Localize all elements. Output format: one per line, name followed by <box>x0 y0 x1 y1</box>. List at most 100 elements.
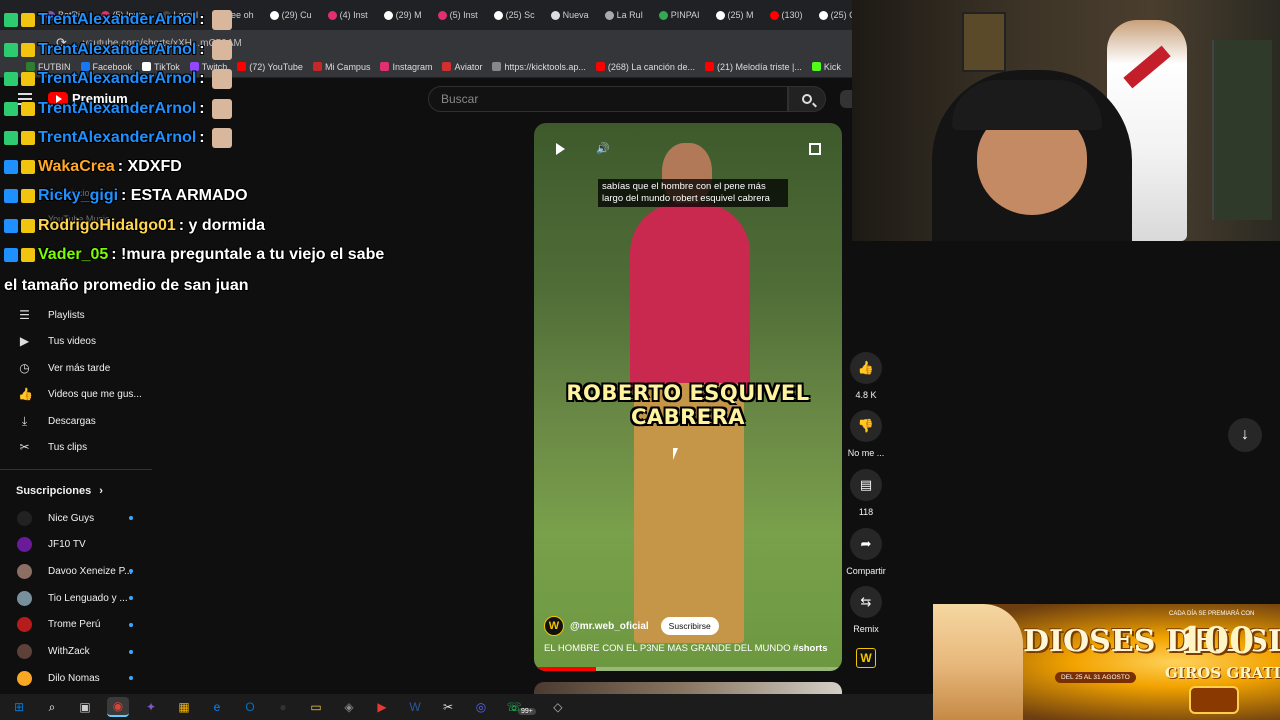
sidebar-item-tus-clips[interactable]: ✂ Tus clips <box>0 436 152 460</box>
remix-action: ⇆ Remix <box>842 586 890 634</box>
like-button[interactable]: 👍 <box>850 352 882 384</box>
sidebar-item-tus-videos[interactable]: ▶ Tus videos <box>0 330 152 354</box>
bookmark-item[interactable]: (21) Melodía triste |... <box>704 62 802 72</box>
browser-tab[interactable]: (25) M <box>710 10 760 20</box>
app-red-icon[interactable]: ▶ <box>371 697 393 717</box>
chrome-icon[interactable]: ◉ <box>107 697 129 717</box>
video-progress-bar[interactable] <box>534 667 842 671</box>
browser-tab[interactable]: La Rul <box>599 10 649 20</box>
thumbs-down-icon: 👎 <box>857 418 875 433</box>
gamepad-icon[interactable]: ◈ <box>338 697 360 717</box>
browser-tab[interactable]: (25) Sc <box>488 10 541 20</box>
new-content-dot <box>129 516 133 520</box>
play-icon[interactable] <box>556 143 565 155</box>
folder-icon[interactable]: ▭ <box>305 697 327 717</box>
copilot-icon[interactable]: ✦ <box>140 697 162 717</box>
subscription-item[interactable]: Tio Lenguado y ... <box>0 586 152 610</box>
sidebar-item-ver-m-s-tarde[interactable]: ◷ Ver más tarde <box>0 356 152 380</box>
bookmark-favicon-icon <box>811 62 821 71</box>
comment-icon: ▤ <box>859 477 873 492</box>
fullscreen-icon[interactable] <box>809 143 821 155</box>
sidebar-item-label: Tus clips <box>48 442 88 453</box>
windows-icon[interactable]: ⊞ <box>8 697 30 717</box>
like-count: 4.8 K <box>855 390 877 400</box>
store-icon[interactable]: ▦ <box>173 697 195 717</box>
subscriptions-heading[interactable]: Suscripciones › <box>16 485 103 497</box>
bookmark-item[interactable]: Instagram <box>380 62 432 72</box>
chat-badge-icon <box>21 189 35 203</box>
bookmark-item[interactable]: (268) La canción de... <box>595 62 695 72</box>
sound-thumbnail[interactable]: W <box>856 648 876 668</box>
comments-button[interactable]: ▤ <box>850 469 882 501</box>
chat-username: RodrigoHidalgo01 <box>38 216 176 234</box>
chevron-right-icon: › <box>99 485 103 497</box>
subscription-item[interactable]: WithZack <box>0 640 152 664</box>
mic-button[interactable] <box>840 90 852 108</box>
bookmark-item[interactable]: Aviator <box>442 62 482 72</box>
channel-name[interactable]: @mr.web_oficial <box>570 621 649 632</box>
next-video-button[interactable]: ↓ <box>1228 418 1262 452</box>
bookmark-item[interactable]: (72) YouTube <box>237 62 303 72</box>
chat-username: TrentAlexanderArnol <box>38 99 197 117</box>
share-action: ➦ Compartir <box>842 528 890 576</box>
search-input[interactable]: Buscar <box>428 86 788 112</box>
edge-icon[interactable]: e <box>206 697 228 717</box>
subscription-item[interactable]: Trome Perú <box>0 613 152 637</box>
sidebar-item-descargas[interactable]: ⤓ Descargas <box>0 409 152 433</box>
thumbs-up-icon: 👍 <box>18 387 33 401</box>
share-button[interactable]: ➦ <box>850 528 882 560</box>
clock-icon: ◷ <box>19 360 30 375</box>
bookmark-item[interactable]: https://kicktools.ap... <box>492 62 586 72</box>
outlook-icon[interactable]: O <box>239 697 261 717</box>
chat-badge-icon <box>4 131 18 145</box>
browser-tab[interactable]: (29) M <box>378 10 428 20</box>
bookmark-favicon-icon <box>380 62 390 71</box>
chat-badge-icon <box>4 189 18 203</box>
browser-tab[interactable]: (5) Inst <box>432 10 484 20</box>
ad-subtitle: GIROS GRATIS <box>1165 664 1280 682</box>
sidebar-item-videos-que-me-gus[interactable]: 👍 Videos que me gus... <box>0 383 152 407</box>
browser-tab[interactable]: Nueva <box>545 10 595 20</box>
browser-tab[interactable]: (25) Co <box>813 10 852 20</box>
browser-tab[interactable]: (130) <box>764 10 809 20</box>
chat-message-text: : ESTA ARMADO <box>121 187 248 204</box>
search-button[interactable] <box>788 86 826 112</box>
discord-icon[interactable]: ◎ <box>470 697 492 717</box>
obs-icon[interactable]: ● <box>272 697 294 717</box>
chat-badge-icon <box>4 13 18 27</box>
next-short-preview[interactable] <box>534 682 842 694</box>
dislike-button[interactable]: 👎 <box>850 410 882 442</box>
subscription-item[interactable]: Dilo Nomas <box>0 666 152 690</box>
word-icon[interactable]: W <box>404 697 426 717</box>
avatar <box>17 644 32 659</box>
task-view-icon[interactable]: ▣ <box>74 697 96 717</box>
ad-top-note: CADA DÍA SE PREMIARÁ CON <box>1169 611 1255 617</box>
volume-icon[interactable]: 🔊 <box>596 143 610 155</box>
sidebar-item-playlists[interactable]: ☰ Playlists <box>0 303 152 327</box>
browser-tab[interactable]: (29) Cu <box>264 10 318 20</box>
thumbs-up-icon: 👍 <box>857 360 875 375</box>
video-hashtag[interactable]: #shorts <box>793 643 827 654</box>
windows-taskbar: ⊞ ⌕ ▣ ◉ ✦ ▦ e O ● ▭ ◈ ▶ W ✂ ◎ ☏ 99+ ◇ <box>0 694 933 720</box>
chat-badge-icon <box>21 72 35 86</box>
chat-badge-icon <box>21 131 35 145</box>
browser-tab[interactable]: (4) Inst <box>322 10 374 20</box>
search-icon[interactable]: ⌕ <box>41 697 63 717</box>
capcut-icon[interactable]: ✂ <box>437 697 459 717</box>
subscription-item[interactable]: Nice Guys <box>0 506 152 530</box>
subscription-item[interactable]: JF10 TV <box>0 533 152 557</box>
bookmark-item[interactable]: Kick <box>811 62 841 72</box>
app-icon[interactable]: ◇ <box>547 697 569 717</box>
subscription-item[interactable]: Davoo Xeneize P... <box>0 559 152 583</box>
new-content-dot <box>129 676 133 681</box>
browser-tab[interactable]: PINPAI <box>653 10 706 20</box>
channel-avatar[interactable]: W <box>544 616 564 636</box>
bookmark-item[interactable]: Mi Campus <box>312 62 370 72</box>
remix-button[interactable]: ⇆ <box>850 586 882 618</box>
video-title-text: EL HOMBRE CON EL P3NE MAS GRANDE DEL MUN… <box>544 643 791 654</box>
comments-action: ▤ 118 <box>842 469 890 517</box>
webcam-shelf <box>1212 40 1272 220</box>
tab-favicon-icon <box>818 10 828 20</box>
subscribe-button[interactable]: Suscribirse <box>660 617 719 635</box>
shorts-player[interactable]: 🔊 sabías que el hombre con el pene más l… <box>534 123 842 671</box>
